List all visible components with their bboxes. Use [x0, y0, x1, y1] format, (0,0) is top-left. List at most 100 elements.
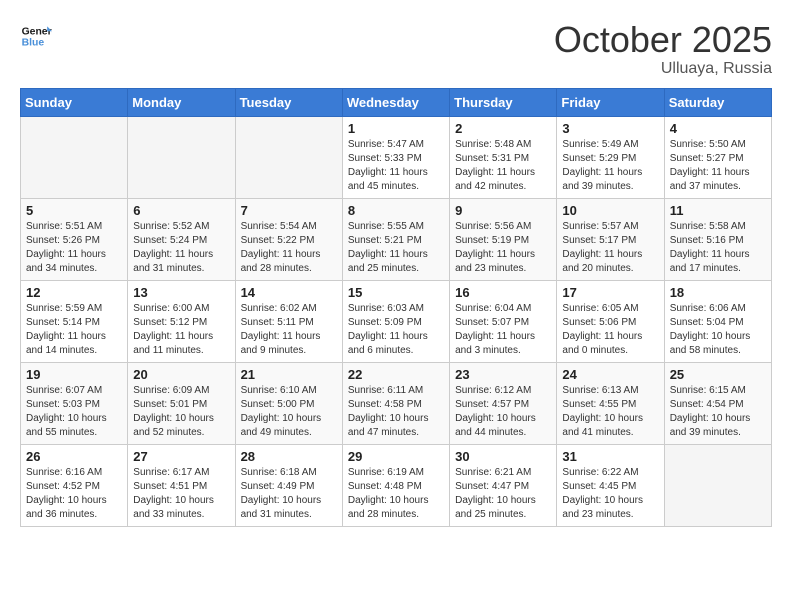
table-row: 21 Sunrise: 6:10 AM Sunset: 5:00 PM Dayli…: [235, 362, 342, 444]
day-number: 29: [348, 449, 444, 464]
table-row: [128, 116, 235, 198]
calendar-week-row: 12 Sunrise: 5:59 AM Sunset: 5:14 PM Dayli…: [21, 280, 772, 362]
table-row: 15 Sunrise: 6:03 AM Sunset: 5:09 PM Dayli…: [342, 280, 449, 362]
day-number: 27: [133, 449, 229, 464]
day-number: 16: [455, 285, 551, 300]
header-thursday: Thursday: [450, 88, 557, 116]
table-row: [664, 444, 771, 526]
day-info: Sunrise: 6:07 AM Sunset: 5:03 PM Dayligh…: [26, 384, 122, 440]
header-saturday: Saturday: [664, 88, 771, 116]
day-number: 6: [133, 203, 229, 218]
calendar-header-row: Sunday Monday Tuesday Wednesday Thursday…: [21, 88, 772, 116]
table-row: 29 Sunrise: 6:19 AM Sunset: 4:48 PM Dayli…: [342, 444, 449, 526]
title-block: October 2025 Ulluaya, Russia: [554, 20, 772, 78]
day-number: 13: [133, 285, 229, 300]
day-info: Sunrise: 5:48 AM Sunset: 5:31 PM Dayligh…: [455, 138, 551, 194]
day-number: 20: [133, 367, 229, 382]
page-header: General Blue October 2025 Ulluaya, Russi…: [20, 20, 772, 78]
table-row: 13 Sunrise: 6:00 AM Sunset: 5:12 PM Dayli…: [128, 280, 235, 362]
day-info: Sunrise: 5:51 AM Sunset: 5:26 PM Dayligh…: [26, 220, 122, 276]
table-row: 17Sunrise: 6:05 AM Sunset: 5:06 PM Dayli…: [557, 280, 664, 362]
day-info: Sunrise: 6:00 AM Sunset: 5:12 PM Dayligh…: [133, 302, 229, 358]
table-row: 28Sunrise: 6:18 AM Sunset: 4:49 PM Dayli…: [235, 444, 342, 526]
table-row: 1 Sunrise: 5:47 AM Sunset: 5:33 PM Daylig…: [342, 116, 449, 198]
day-info: Sunrise: 6:09 AM Sunset: 5:01 PM Dayligh…: [133, 384, 229, 440]
calendar-week-row: 19 Sunrise: 6:07 AM Sunset: 5:03 PM Dayli…: [21, 362, 772, 444]
header-wednesday: Wednesday: [342, 88, 449, 116]
logo-icon: General Blue: [20, 20, 52, 52]
table-row: 16 Sunrise: 6:04 AM Sunset: 5:07 PM Dayli…: [450, 280, 557, 362]
day-number: 1: [348, 121, 444, 136]
table-row: 31Sunrise: 6:22 AM Sunset: 4:45 PM Dayli…: [557, 444, 664, 526]
header-friday: Friday: [557, 88, 664, 116]
table-row: 11 Sunrise: 5:58 AM Sunset: 5:16 PM Dayli…: [664, 198, 771, 280]
table-row: [21, 116, 128, 198]
day-info: Sunrise: 5:56 AM Sunset: 5:19 PM Dayligh…: [455, 220, 551, 276]
svg-text:Blue: Blue: [22, 38, 45, 49]
table-row: 24 Sunrise: 6:13 AM Sunset: 4:55 PM Dayli…: [557, 362, 664, 444]
day-number: 18: [670, 285, 766, 300]
location: Ulluaya, Russia: [554, 60, 772, 78]
day-info: Sunrise: 5:50 AM Sunset: 5:27 PM Dayligh…: [670, 138, 766, 194]
table-row: 9 Sunrise: 5:56 AM Sunset: 5:19 PM Daylig…: [450, 198, 557, 280]
day-number: 10: [562, 203, 658, 218]
day-number: 17: [562, 285, 658, 300]
day-info: Sunrise: 6:13 AM Sunset: 4:55 PM Dayligh…: [562, 384, 658, 440]
table-row: 8 Sunrise: 5:55 AM Sunset: 5:21 PM Daylig…: [342, 198, 449, 280]
day-number: 24: [562, 367, 658, 382]
table-row: 12 Sunrise: 5:59 AM Sunset: 5:14 PM Dayli…: [21, 280, 128, 362]
day-info: Sunrise: 6:11 AM Sunset: 4:58 PM Dayligh…: [348, 384, 444, 440]
table-row: 3Sunrise: 5:49 AM Sunset: 5:29 PM Daylig…: [557, 116, 664, 198]
day-number: 2: [455, 121, 551, 136]
day-number: 5: [26, 203, 122, 218]
day-number: 31: [562, 449, 658, 464]
logo: General Blue: [20, 20, 52, 52]
day-info: Sunrise: 5:47 AM Sunset: 5:33 PM Dayligh…: [348, 138, 444, 194]
table-row: 18 Sunrise: 6:06 AM Sunset: 5:04 PM Dayli…: [664, 280, 771, 362]
day-info: Sunrise: 5:55 AM Sunset: 5:21 PM Dayligh…: [348, 220, 444, 276]
day-number: 4: [670, 121, 766, 136]
day-info: Sunrise: 6:10 AM Sunset: 5:00 PM Dayligh…: [241, 384, 337, 440]
day-number: 30: [455, 449, 551, 464]
day-info: Sunrise: 6:03 AM Sunset: 5:09 PM Dayligh…: [348, 302, 444, 358]
day-info: Sunrise: 6:21 AM Sunset: 4:47 PM Dayligh…: [455, 466, 551, 522]
day-info: Sunrise: 6:04 AM Sunset: 5:07 PM Dayligh…: [455, 302, 551, 358]
table-row: 20 Sunrise: 6:09 AM Sunset: 5:01 PM Dayli…: [128, 362, 235, 444]
day-number: 22: [348, 367, 444, 382]
table-row: 7Sunrise: 5:54 AM Sunset: 5:22 PM Daylig…: [235, 198, 342, 280]
day-info: Sunrise: 6:06 AM Sunset: 5:04 PM Dayligh…: [670, 302, 766, 358]
day-number: 23: [455, 367, 551, 382]
calendar-week-row: 26Sunrise: 6:16 AM Sunset: 4:52 PM Dayli…: [21, 444, 772, 526]
day-info: Sunrise: 5:58 AM Sunset: 5:16 PM Dayligh…: [670, 220, 766, 276]
calendar-week-row: 1 Sunrise: 5:47 AM Sunset: 5:33 PM Daylig…: [21, 116, 772, 198]
header-sunday: Sunday: [21, 88, 128, 116]
calendar-week-row: 5 Sunrise: 5:51 AM Sunset: 5:26 PM Daylig…: [21, 198, 772, 280]
day-number: 19: [26, 367, 122, 382]
day-number: 11: [670, 203, 766, 218]
day-info: Sunrise: 6:19 AM Sunset: 4:48 PM Dayligh…: [348, 466, 444, 522]
day-info: Sunrise: 5:52 AM Sunset: 5:24 PM Dayligh…: [133, 220, 229, 276]
day-info: Sunrise: 5:59 AM Sunset: 5:14 PM Dayligh…: [26, 302, 122, 358]
day-number: 8: [348, 203, 444, 218]
table-row: 2 Sunrise: 5:48 AM Sunset: 5:31 PM Daylig…: [450, 116, 557, 198]
day-info: Sunrise: 5:49 AM Sunset: 5:29 PM Dayligh…: [562, 138, 658, 194]
day-number: 12: [26, 285, 122, 300]
day-info: Sunrise: 6:17 AM Sunset: 4:51 PM Dayligh…: [133, 466, 229, 522]
day-number: 9: [455, 203, 551, 218]
day-number: 25: [670, 367, 766, 382]
day-number: 15: [348, 285, 444, 300]
table-row: 6 Sunrise: 5:52 AM Sunset: 5:24 PM Daylig…: [128, 198, 235, 280]
table-row: 14Sunrise: 6:02 AM Sunset: 5:11 PM Dayli…: [235, 280, 342, 362]
table-row: 26Sunrise: 6:16 AM Sunset: 4:52 PM Dayli…: [21, 444, 128, 526]
table-row: 19 Sunrise: 6:07 AM Sunset: 5:03 PM Dayli…: [21, 362, 128, 444]
table-row: 30 Sunrise: 6:21 AM Sunset: 4:47 PM Dayli…: [450, 444, 557, 526]
day-info: Sunrise: 6:02 AM Sunset: 5:11 PM Dayligh…: [241, 302, 337, 358]
day-number: 21: [241, 367, 337, 382]
day-number: 28: [241, 449, 337, 464]
day-info: Sunrise: 6:15 AM Sunset: 4:54 PM Dayligh…: [670, 384, 766, 440]
table-row: 22 Sunrise: 6:11 AM Sunset: 4:58 PM Dayli…: [342, 362, 449, 444]
table-row: 4 Sunrise: 5:50 AM Sunset: 5:27 PM Daylig…: [664, 116, 771, 198]
header-tuesday: Tuesday: [235, 88, 342, 116]
month-title: October 2025: [554, 20, 772, 60]
table-row: [235, 116, 342, 198]
